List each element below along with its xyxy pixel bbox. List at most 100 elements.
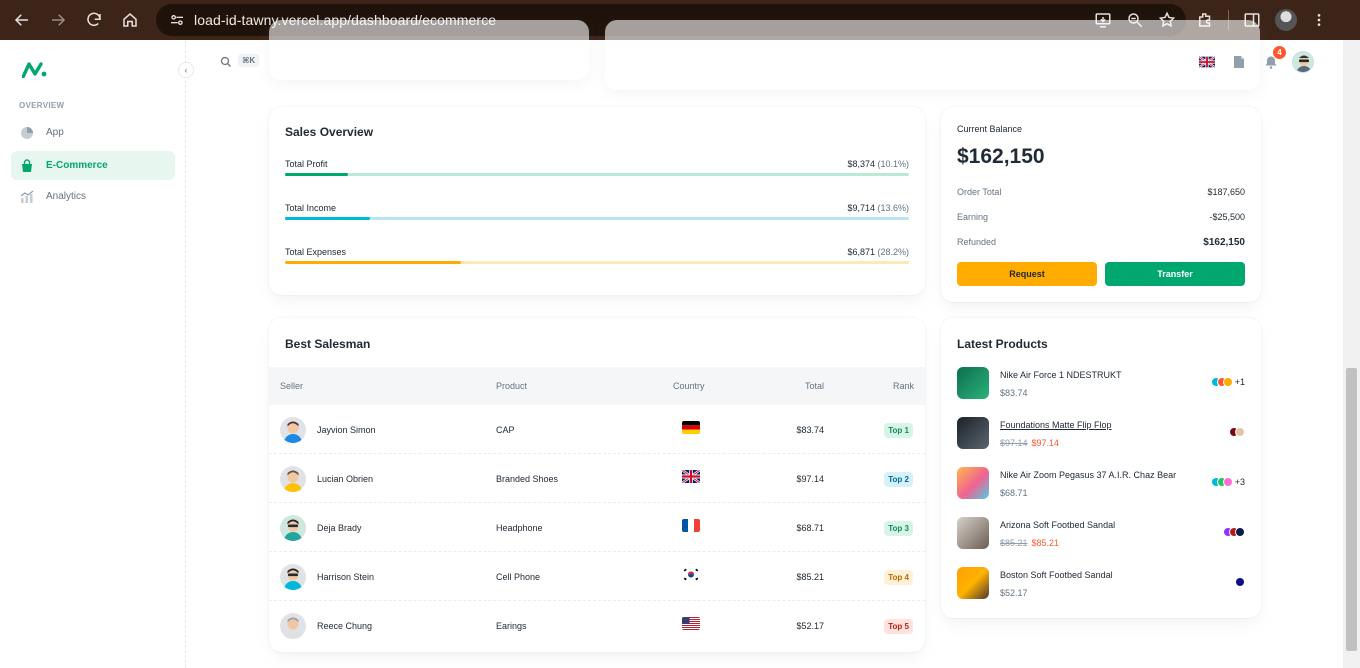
country-flag-icon [682,421,700,434]
country-flag-icon [682,470,700,483]
product-price-group: $68.71 [1000,488,1028,498]
country-flag-icon [682,568,700,581]
app-logo[interactable] [21,62,48,83]
sidebar-item-ecommerce[interactable]: E-Commerce [11,151,175,180]
site-settings-icon[interactable] [166,9,188,31]
dashboard-page: OVERVIEW App E-Commerce Analytics ‹ ⌘K 4… [0,20,1360,668]
sidebar-item-app[interactable]: App [11,118,175,147]
search-shortcut[interactable]: ⌘K [238,54,260,67]
current-balance-card: Current Balance $162,150 Order Total $18… [941,107,1261,302]
collapse-sidebar-button[interactable]: ‹ [178,62,194,78]
product-name: Branded Shoes [496,474,559,484]
product-price: $83.74 [1000,388,1028,398]
progress-percent: (10.1%) [877,159,909,169]
latest-products-title: Latest Products [957,337,1048,351]
page-scrollbar[interactable] [1343,40,1360,668]
product-name-link[interactable]: Boston Soft Footbed Sandal [1000,570,1113,580]
total-value: $83.74 [796,425,824,435]
sale-price: $85.21 [1031,538,1060,548]
column-header-seller[interactable]: Seller [280,381,303,391]
seller-name: Reece Chung [317,621,373,631]
language-flag-icon[interactable] [1199,52,1215,72]
seller-avatar [280,564,306,590]
sales-overview-card: Sales Overview Total Profit $8,374 (10.1%… [269,107,925,295]
color-swatch [1235,427,1245,437]
seller-name: Jayvion Simon [317,425,376,435]
sidebar-item-label: Analytics [46,191,87,202]
browser-menu-icon[interactable] [1311,12,1327,28]
progress-fill [285,173,349,176]
list-item[interactable]: Nike Air Zoom Pegasus 37 A.I.R. Chaz Bea… [957,467,1245,503]
list-item[interactable]: Foundations Matte Flip Flop $97.14 $97.14 [957,417,1245,453]
seller-avatar [280,613,306,639]
sale-price: $97.14 [1031,438,1060,448]
sidebar-item-label: E-Commerce [46,160,108,171]
seller-name: Deja Brady [317,523,362,533]
color-swatch [1222,377,1233,387]
total-value: $97.14 [796,474,824,484]
balance-amount: $162,150 [957,145,1045,168]
progress-value: $6,871 (28.2%) [847,247,909,257]
progress-track [285,261,909,264]
table-header: Seller Product Country Total Rank [269,367,925,405]
column-header-country[interactable]: Country [673,381,705,391]
forward-icon[interactable] [40,4,76,36]
color-swatches: +1 [1210,377,1245,387]
product-name-link[interactable]: Nike Air Zoom Pegasus 37 A.I.R. Chaz Bea… [1000,470,1176,480]
nav-subheader: OVERVIEW [19,101,65,110]
user-avatar[interactable] [1292,51,1314,73]
rank-badge: Top 2 [884,472,913,487]
back-icon[interactable] [4,4,40,36]
color-swatch [1235,577,1245,587]
table-row[interactable]: Harrison Stein Cell Phone $85.21 Top 4 [269,552,925,601]
column-header-total[interactable]: Total [805,381,824,391]
transfer-button[interactable]: Transfer [1105,262,1245,286]
progress-label: Total Profit [285,159,328,169]
table-row[interactable]: Deja Brady Headphone $68.71 Top 3 [269,503,925,552]
rank-badge: Top 4 [884,570,913,585]
product-name-link[interactable]: Foundations Matte Flip Flop [1000,420,1112,430]
profile-avatar[interactable] [1275,9,1297,31]
row-value: -$25,500 [1209,212,1245,222]
color-swatches: +3 [1210,477,1245,487]
progress-row: Total Income $9,714 (13.6%) [285,203,909,233]
product-thumbnail [957,517,989,549]
seller-avatar [280,466,306,492]
list-item[interactable]: Boston Soft Footbed Sandal $52.17 [957,567,1245,603]
original-price: $97.14 [1000,438,1028,448]
reload-icon[interactable] [76,4,112,36]
product-thumbnail [957,367,989,399]
product-name-link[interactable]: Arizona Soft Footbed Sandal [1000,520,1115,530]
scrolled-card [605,20,1260,90]
product-price: $52.17 [1000,588,1028,598]
list-item[interactable]: Arizona Soft Footbed Sandal $85.21 $85.21 [957,517,1245,553]
search-icon[interactable] [220,55,232,73]
sidebar-item-analytics[interactable]: Analytics [11,182,175,211]
row-label: Refunded [957,237,997,247]
contacts-icon[interactable] [1232,52,1246,72]
home-icon[interactable] [112,4,148,36]
best-salesman-card: Best Salesman Seller Product Country Tot… [269,318,925,652]
product-thumbnail [957,417,989,449]
list-item[interactable]: Nike Air Force 1 NDESTRUKT $83.74 +1 [957,367,1245,403]
table-row[interactable]: Jayvion Simon CAP $83.74 Top 1 [269,405,925,454]
progress-fill [285,217,370,220]
scrollbar-thumb[interactable] [1346,368,1357,651]
column-header-product[interactable]: Product [496,381,527,391]
table-row[interactable]: Lucian Obrien Branded Shoes $97.14 Top 2 [269,454,925,503]
progress-percent: (13.6%) [877,203,909,213]
product-name: CAP [496,425,515,435]
best-salesman-title: Best Salesman [285,337,371,351]
product-name-link[interactable]: Nike Air Force 1 NDESTRUKT [1000,370,1122,380]
progress-track [285,173,909,176]
request-button[interactable]: Request [957,262,1097,286]
table-row[interactable]: Reece Chung Earings $52.17 Top 5 [269,601,925,650]
notification-badge: 4 [1273,46,1286,59]
column-header-rank[interactable]: Rank [893,381,914,391]
more-colors-count: +3 [1234,477,1245,487]
product-thumbnail [957,467,989,499]
refunded-row: Refunded $162,150 [957,237,1245,248]
color-swatches [1235,577,1245,587]
rank-badge: Top 1 [884,423,913,438]
latest-products-card: Latest Products Nike Air Force 1 NDESTRU… [941,318,1261,618]
